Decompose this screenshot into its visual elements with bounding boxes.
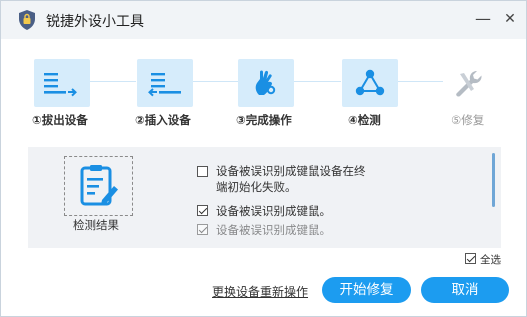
step-connector [292,81,341,82]
hand-gesture-icon [255,70,276,95]
step-connector [190,81,238,82]
result-text-line: 设备被误识别成键鼠设备在终 [216,164,366,178]
result-text-line: 端初始化失败。 [216,180,297,194]
select-all-label: 全选 [480,254,501,266]
step-box [342,59,398,107]
unplug-icon [44,73,77,97]
select-all-checkbox[interactable] [465,253,476,264]
window-title: 锐捷外设小工具 [46,14,144,30]
step-connector [86,81,136,82]
start-repair-button[interactable]: 开始修复 [322,277,411,303]
result-label: 检测结果 [73,218,119,232]
plug-in-icon [148,73,181,97]
result-checkbox[interactable] [197,205,208,216]
step-label-detect: ④检测 [348,113,381,127]
step-label-repair: ⑤修复 [451,113,485,127]
shield-lock-icon [19,10,35,30]
wrench-icon [456,71,482,97]
close-button[interactable]: ✕ [498,7,522,31]
step-complete [238,59,294,107]
result-scrollbar[interactable] [492,153,495,207]
result-item: 设备被误识别成键鼠。 [197,203,487,221]
step-plug-in [137,59,193,107]
clipboard-edit-icon [80,165,118,206]
result-item: 设备被误识别成键鼠。 [197,222,487,235]
cancel-button[interactable]: 取消 [421,277,509,303]
result-text: 设备被误识别成键鼠。 [216,223,331,235]
step-box [238,59,294,107]
result-checkbox[interactable] [197,224,208,235]
network-nodes-icon [355,69,385,96]
replace-device-link[interactable]: 更换设备重新操作 [212,283,308,300]
step-connector [395,81,443,82]
minimize-button[interactable]: — [471,7,495,31]
result-checkbox[interactable] [197,166,208,177]
step-label-complete: ③完成操作 [236,113,292,127]
result-item: 设备被误识别成键鼠设备在终 端初始化失败。 [197,163,487,197]
step-label-unplug: ①拔出设备 [32,113,88,127]
step-box [34,59,90,107]
title-bar: 锐捷外设小工具 — ✕ [1,1,526,39]
step-unplug [34,59,90,107]
result-icon-box [64,156,133,216]
app-window: 锐捷外设小工具 — ✕ ①拔出设备 ②插入设备 ③完成操作 ④检测 ⑤修复 检测… [0,0,527,317]
step-box [137,59,193,107]
step-repair [445,59,489,107]
step-detect [342,59,398,107]
step-label-plug-in: ②插入设备 [135,113,191,127]
result-list: 设备被误识别成键鼠设备在终 端初始化失败。 设备被误识别成键鼠。 设备被误识别成… [197,161,487,235]
result-text: 设备被误识别成键鼠。 [216,204,331,218]
